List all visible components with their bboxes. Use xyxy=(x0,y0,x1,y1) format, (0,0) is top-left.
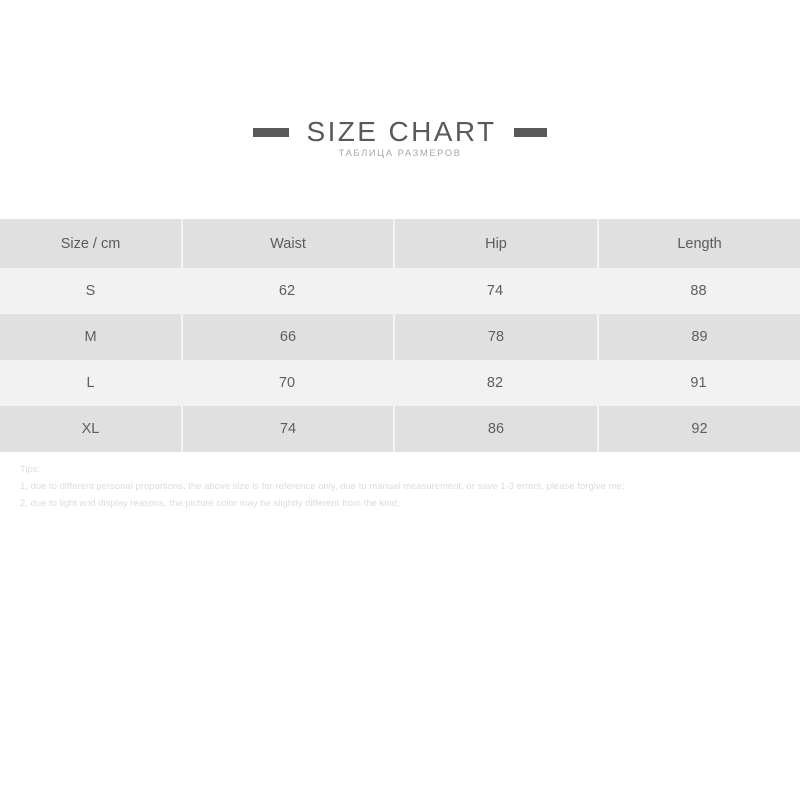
table-row: M 66 78 89 xyxy=(0,314,800,360)
title-rule-left-icon xyxy=(252,127,289,137)
cell-size: L xyxy=(86,375,95,391)
cell-length: 91 xyxy=(690,375,707,391)
cell-waist: 70 xyxy=(278,375,296,391)
cell-length: 92 xyxy=(597,406,800,452)
tips-line-1: 1, due to different personal proportions… xyxy=(20,481,625,492)
table-row: S 62 74 88 xyxy=(0,268,800,314)
size-chart-page: SIZE CHART ТАБЛИЦА РАЗМЕРОВ Size / cm Wa… xyxy=(0,0,800,800)
cell-length: 89 xyxy=(597,314,800,360)
title-rule-right-icon xyxy=(514,127,548,137)
cell-hip: 82 xyxy=(486,375,504,391)
cell-hip: 86 xyxy=(393,406,597,452)
tips-block: Tips: 1, due to different personal propo… xyxy=(20,461,780,512)
size-chart-table: Size / cm Waist Hip Length S 62 74 88 M … xyxy=(0,219,800,452)
cell-size: M xyxy=(84,329,97,345)
column-header-size: Size / cm xyxy=(60,235,121,252)
title-block: SIZE CHART ТАБЛИЦА РАЗМЕРОВ xyxy=(0,118,800,159)
column-header-hip: Hip xyxy=(393,219,597,268)
title-row: SIZE CHART xyxy=(0,118,800,146)
tips-heading: Tips: xyxy=(20,464,41,475)
tips-line-2: 2, due to light and display reasons, the… xyxy=(20,498,400,509)
table-row: XL 74 86 92 xyxy=(0,406,800,452)
page-subtitle: ТАБЛИЦА РАЗМЕРОВ xyxy=(338,148,462,159)
table-header-row: Size / cm Waist Hip Length xyxy=(0,219,800,268)
cell-waist: 66 xyxy=(181,314,393,360)
column-header-length: Length xyxy=(597,219,800,268)
column-header-waist: Waist xyxy=(181,219,393,268)
table-row: L 70 82 91 xyxy=(0,360,800,406)
page-title: SIZE CHART xyxy=(306,116,497,147)
cell-size: XL xyxy=(81,421,100,437)
cell-hip: 78 xyxy=(393,314,597,360)
cell-hip: 74 xyxy=(486,283,504,299)
cell-waist: 62 xyxy=(278,283,296,299)
cell-size: S xyxy=(85,283,96,299)
cell-waist: 74 xyxy=(181,406,393,452)
cell-length: 88 xyxy=(690,283,707,299)
